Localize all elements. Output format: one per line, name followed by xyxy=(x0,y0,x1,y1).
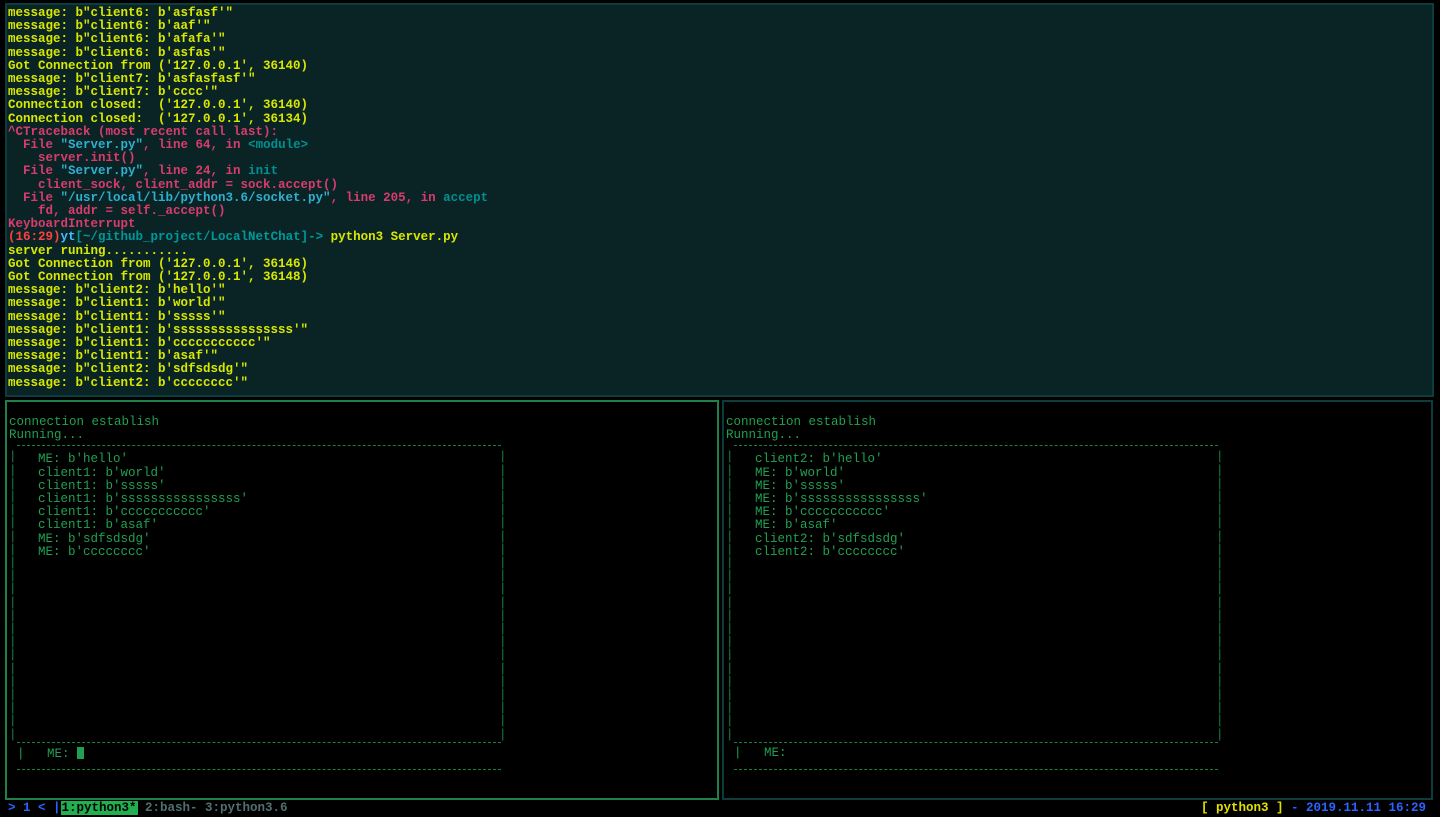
status-session[interactable]: > 1 < | xyxy=(8,801,61,815)
cursor-block-icon xyxy=(77,747,84,759)
status-datetime: 2019.11.11 16:29 xyxy=(1306,801,1426,815)
log-line: message: b"client2: b'sdfsdsdg'" xyxy=(8,363,1431,376)
client-left-status-1: connection establish xyxy=(9,416,715,429)
log-line: message: b"client1: b'ccccccccccc'" xyxy=(8,337,1431,350)
log-line: message: b"client1: b'sssss'" xyxy=(8,311,1431,324)
log-line: Connection closed: ('127.0.0.1', 36140) xyxy=(8,99,1431,112)
status-window-2[interactable]: 2:bash- xyxy=(138,801,198,815)
traceback-frame-1: File "Server.py", line 64, in <module> xyxy=(8,139,1431,152)
client-left-pane[interactable]: connection establish Running... | | | | … xyxy=(5,400,719,800)
status-window-3[interactable]: 3:python3.6 xyxy=(198,801,288,815)
client-left-messages: ME: b'hello' client1: b'world' client1: … xyxy=(23,453,248,559)
client-left-input[interactable]: | ME: xyxy=(17,747,84,761)
log-line: message: b"client6: b'asfasf'" xyxy=(8,7,1431,20)
log-line: message: b"client1: b'world'" xyxy=(8,297,1431,310)
log-line: message: b"client7: b'asfasfasf'" xyxy=(8,73,1431,86)
client-right-status-1: connection establish xyxy=(726,416,1429,429)
server-pane[interactable]: message: b"client6: b'asfasf'" message: b… xyxy=(5,3,1434,397)
traceback-call-3: fd, addr = self._accept() xyxy=(8,205,1431,218)
client-right-chat-frame: | | | | | | | | | | | | | | | | | | | | … xyxy=(726,445,1429,783)
client-right-messages: client2: b'hello' ME: b'world' ME: b'sss… xyxy=(740,453,928,559)
log-line: message: b"client6: b'asfas'" xyxy=(8,47,1431,60)
log-line: message: b"client2: b'cccccccc'" xyxy=(8,377,1431,390)
status-mode: [ python3 ] xyxy=(1201,801,1284,815)
client-left-status-2: Running... xyxy=(9,429,715,442)
log-line: server runing........... xyxy=(8,245,1431,258)
client-right-input[interactable]: | ME: xyxy=(734,747,794,760)
shell-prompt[interactable]: (16:29)yt[~/github_project/LocalNetChat]… xyxy=(8,231,1431,244)
traceback-frame-2: File "Server.py", line 24, in init xyxy=(8,165,1431,178)
client-left-chat-frame: | | | | | | | | | | | | | | | | | | | | … xyxy=(9,445,715,783)
status-window-1[interactable]: 1:python3* xyxy=(61,801,138,815)
log-line: message: b"client6: b'afafa'" xyxy=(8,33,1431,46)
log-line: Connection closed: ('127.0.0.1', 36134) xyxy=(8,113,1431,126)
tmux-statusbar[interactable]: > 1 < |1:python3* 2:bash- 3:python3.6 [ … xyxy=(4,802,1436,817)
client-right-pane[interactable]: connection establish Running... | | | | … xyxy=(722,400,1433,800)
client-right-status-2: Running... xyxy=(726,429,1429,442)
